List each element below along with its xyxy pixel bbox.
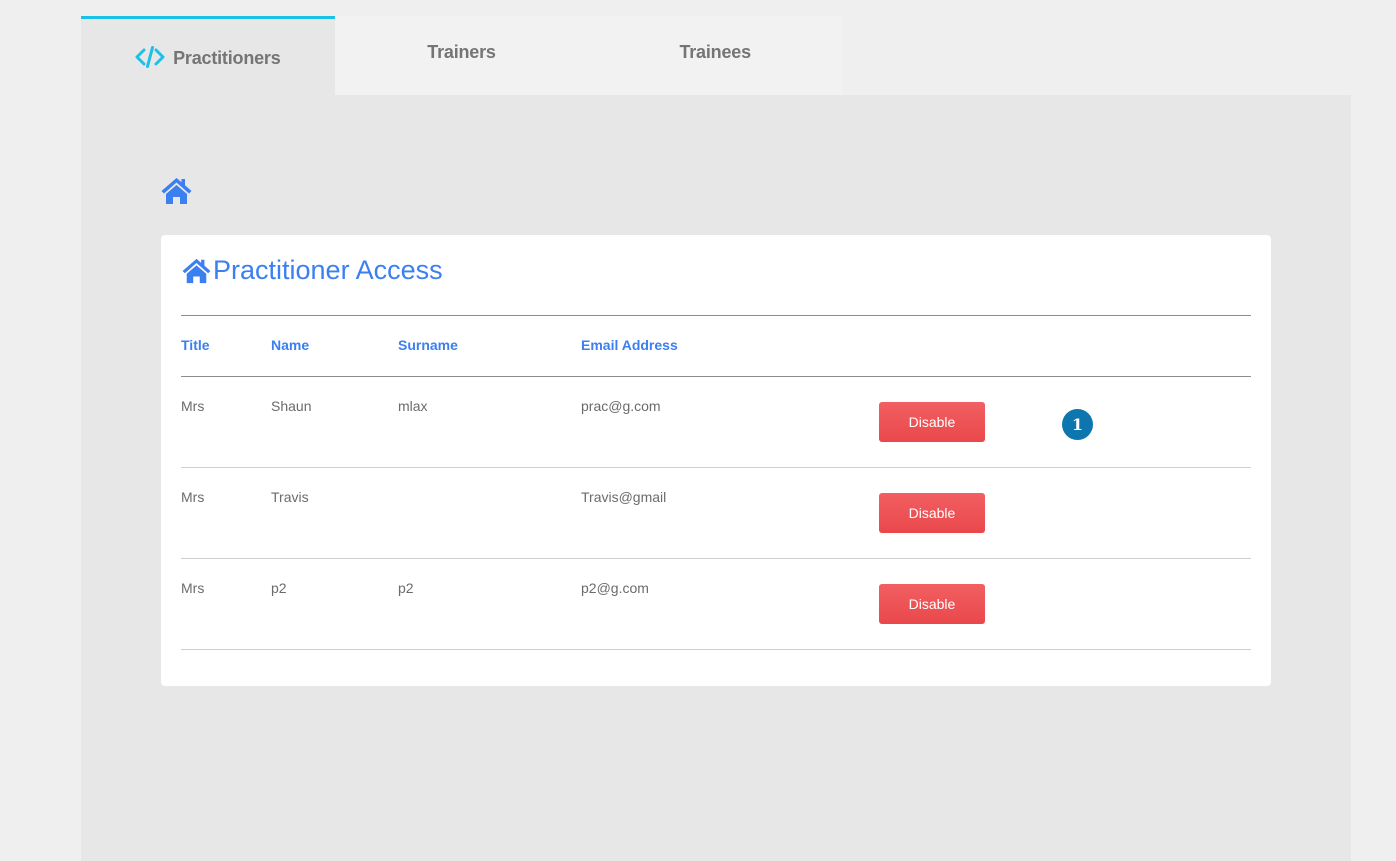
cell-title: Mrs <box>181 398 205 414</box>
practitioners-table: Title Name Surname Email Address Mrs Sha… <box>181 315 1251 650</box>
card-title-text: Practitioner Access <box>213 255 443 285</box>
table-header: Title Name Surname Email Address <box>181 315 1251 377</box>
cell-title: Mrs <box>181 580 205 596</box>
tab-label: Trainees <box>679 42 751 62</box>
cell-name: Travis <box>271 489 309 505</box>
cell-email: prac@g.com <box>581 398 661 414</box>
app-root: Practitioners Trainers Trainees Practiti… <box>81 0 1351 861</box>
step-badge: 1 <box>1062 409 1093 440</box>
content-panel: Practitioner Access Title Name Surname E… <box>81 95 1351 861</box>
table-row: Mrs Travis Travis@gmail Disable <box>181 468 1251 559</box>
cell-email: p2@g.com <box>581 580 649 596</box>
home-icon <box>182 258 211 284</box>
disable-button[interactable]: Disable <box>879 493 985 533</box>
cell-title: Mrs <box>181 489 205 505</box>
table-row: Mrs p2 p2 p2@g.com Disable <box>181 559 1251 650</box>
tab-trainers[interactable]: Trainers <box>334 16 589 95</box>
table-row: Mrs Shaun mlax prac@g.com Disable 1 <box>181 377 1251 468</box>
code-icon <box>135 46 165 68</box>
cell-email: Travis@gmail <box>581 489 667 505</box>
column-header-name[interactable]: Name <box>271 337 309 353</box>
disable-button[interactable]: Disable <box>879 584 985 624</box>
cell-name: Shaun <box>271 398 312 414</box>
column-header-surname[interactable]: Surname <box>398 337 458 353</box>
practitioner-access-card: Practitioner Access Title Name Surname E… <box>161 235 1271 686</box>
home-icon[interactable] <box>160 176 193 205</box>
column-header-email[interactable]: Email Address <box>581 337 678 353</box>
tab-trainees[interactable]: Trainees <box>588 16 843 95</box>
tab-label: Trainers <box>427 42 496 62</box>
tab-practitioners[interactable]: Practitioners <box>81 16 335 95</box>
cell-name: p2 <box>271 580 287 596</box>
cell-surname: mlax <box>398 398 428 414</box>
tab-label: Practitioners <box>173 47 281 68</box>
disable-button[interactable]: Disable <box>879 402 985 442</box>
column-header-title[interactable]: Title <box>181 337 210 353</box>
card-title: Practitioner Access <box>181 255 443 286</box>
tab-bar: Practitioners Trainers Trainees <box>81 16 843 95</box>
cell-surname: p2 <box>398 580 414 596</box>
